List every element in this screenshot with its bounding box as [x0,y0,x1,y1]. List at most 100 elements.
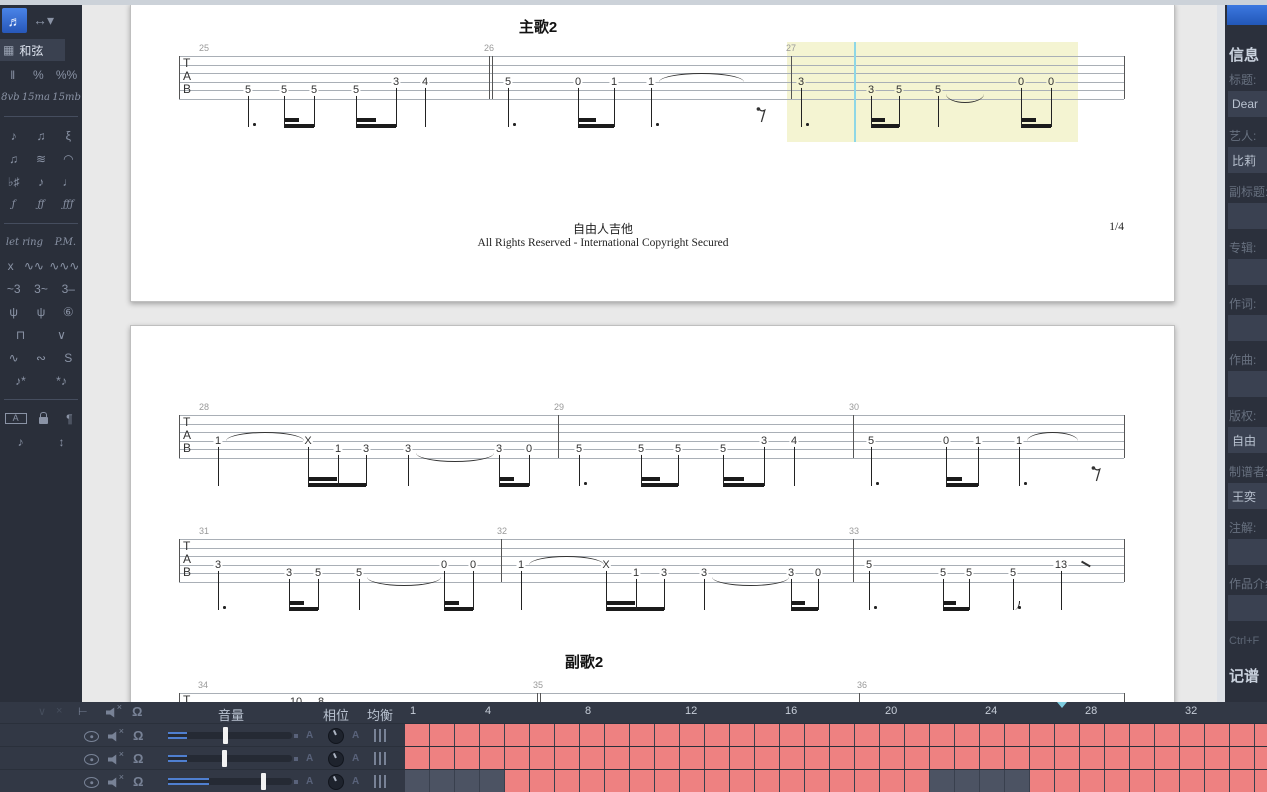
timeline-cell[interactable] [1105,770,1130,792]
track-visibility-button[interactable] [84,775,99,792]
dock-mixer-icon[interactable]: ⊢ [78,705,88,718]
tab-note[interactable]: 3 [494,443,504,456]
slide-in-icon[interactable]: ~3 [6,283,22,295]
timeline-cell[interactable] [480,747,505,770]
timeline-cell[interactable] [430,770,455,792]
tab-note[interactable]: 5 [243,84,253,97]
timeline-cell[interactable] [805,770,830,792]
timeline-cell[interactable] [1180,747,1205,770]
timeline-cell[interactable] [630,747,655,770]
timeline-cell[interactable] [780,724,805,747]
track-visibility-button[interactable] [84,729,99,747]
tab-note[interactable]: 5 [574,443,584,456]
timeline-cell[interactable] [480,770,505,792]
timeline-cell[interactable] [655,770,680,792]
timeline-cell[interactable] [1055,747,1080,770]
timeline-cell[interactable] [1255,724,1267,747]
field-input[interactable] [1228,427,1267,453]
timeline-cell[interactable] [455,770,480,792]
timeline-cell[interactable] [1030,747,1055,770]
collapse-mixer-icon[interactable]: ∨ [38,705,46,718]
dead-note-icon[interactable]: x [3,260,19,272]
timeline-cell[interactable] [555,770,580,792]
tab-note[interactable]: 0 [1016,75,1026,88]
wide-vibrato-icon[interactable]: ∿∿∿ [49,260,79,272]
quindicesima-alta-icon[interactable]: 15ma [22,92,50,103]
timeline-cell[interactable] [1005,724,1030,747]
slide-out-icon[interactable]: 3~ [33,283,49,295]
timeline-cell[interactable] [405,724,430,747]
timeline-cell[interactable] [480,724,505,747]
field-input[interactable] [1228,91,1267,117]
paragraph-icon[interactable]: ¶ [61,413,77,425]
grace-note-pair-icon[interactable]: ♫ [33,130,49,142]
tab-note[interactable]: 5 [866,434,876,447]
field-input[interactable] [1228,539,1267,565]
timeline-cell[interactable] [905,724,930,747]
tab-note[interactable]: 4 [789,434,799,447]
timeline-cell[interactable] [1180,724,1205,747]
field-input[interactable] [1228,203,1267,229]
simile-mark-icon[interactable]: % [30,69,46,81]
track-timeline[interactable] [405,747,1267,770]
tab-note[interactable]: 1 [973,434,983,447]
tab-note[interactable]: 4 [420,75,430,88]
tab-note[interactable]: 5 [964,567,974,580]
timeline-cell[interactable] [430,747,455,770]
timeline-cell[interactable] [405,747,430,770]
legato-slide-icon[interactable]: 3– [60,283,76,295]
pan-knob[interactable] [328,728,344,744]
tied-notes-icon[interactable]: ♫ [6,153,22,165]
field-input[interactable] [1228,595,1267,621]
timeline-cell[interactable] [1255,747,1267,770]
timeline-cell[interactable] [780,747,805,770]
timeline-cell[interactable] [855,747,880,770]
mordent-icon[interactable]: ∾ [33,352,49,364]
let-ring-button[interactable]: let ring [6,237,43,248]
tab-note[interactable]: 5 [503,75,513,88]
timeline-cell[interactable] [505,724,530,747]
timeline-cell[interactable] [530,724,555,747]
tab-note[interactable]: 5 [1008,567,1018,580]
tab-note[interactable]: 1 [646,75,656,88]
volume-auto-label[interactable]: A [306,753,313,764]
timeline-cell[interactable] [405,770,430,792]
timeline-cell[interactable] [1030,770,1055,792]
timeline-cell[interactable] [830,770,855,792]
double-simile-mark-icon[interactable]: %% [56,69,77,81]
timeline-cell[interactable] [930,747,955,770]
tab-note[interactable]: 0 [439,558,449,571]
notation-mode-button[interactable]: ♬ [2,8,27,33]
eq-button[interactable] [374,775,386,788]
vertical-scrollbar[interactable] [1217,5,1225,702]
forte-icon[interactable]: ƒ [6,199,22,210]
tab-note[interactable]: 1 [631,567,641,580]
field-input[interactable] [1228,371,1267,397]
pan-auto-label[interactable]: A [352,776,359,787]
tab-note[interactable]: 3 [866,84,876,97]
tab-note[interactable]: 5 [354,567,364,580]
timeline-cell[interactable] [980,724,1005,747]
timeline-cell[interactable] [1255,770,1267,792]
field-input[interactable] [1228,147,1267,173]
track-visibility-button[interactable] [84,752,99,770]
tab-note[interactable]: 3 [659,567,669,580]
track-solo-button[interactable]: Ω [133,729,143,742]
timeline-cell[interactable] [580,747,605,770]
tab-note[interactable]: 5 [351,84,361,97]
tab-note[interactable]: 5 [894,84,904,97]
timeline-cell[interactable] [1230,747,1255,770]
tab-note[interactable]: 0 [573,75,583,88]
ornament-note-alt-icon[interactable]: *♪ [54,375,70,387]
text-marker-icon[interactable]: A [4,413,27,424]
timeline-cell[interactable] [455,724,480,747]
track-mute-button[interactable] [108,726,124,747]
timeline-cell[interactable] [1230,724,1255,747]
timeline-cell[interactable] [980,747,1005,770]
field-input[interactable] [1228,483,1267,509]
timeline-cell[interactable] [1230,770,1255,792]
timeline-cell[interactable] [905,770,930,792]
track-timeline[interactable] [405,770,1267,792]
timeline-cell[interactable] [1205,724,1230,747]
timeline-cell[interactable] [605,724,630,747]
